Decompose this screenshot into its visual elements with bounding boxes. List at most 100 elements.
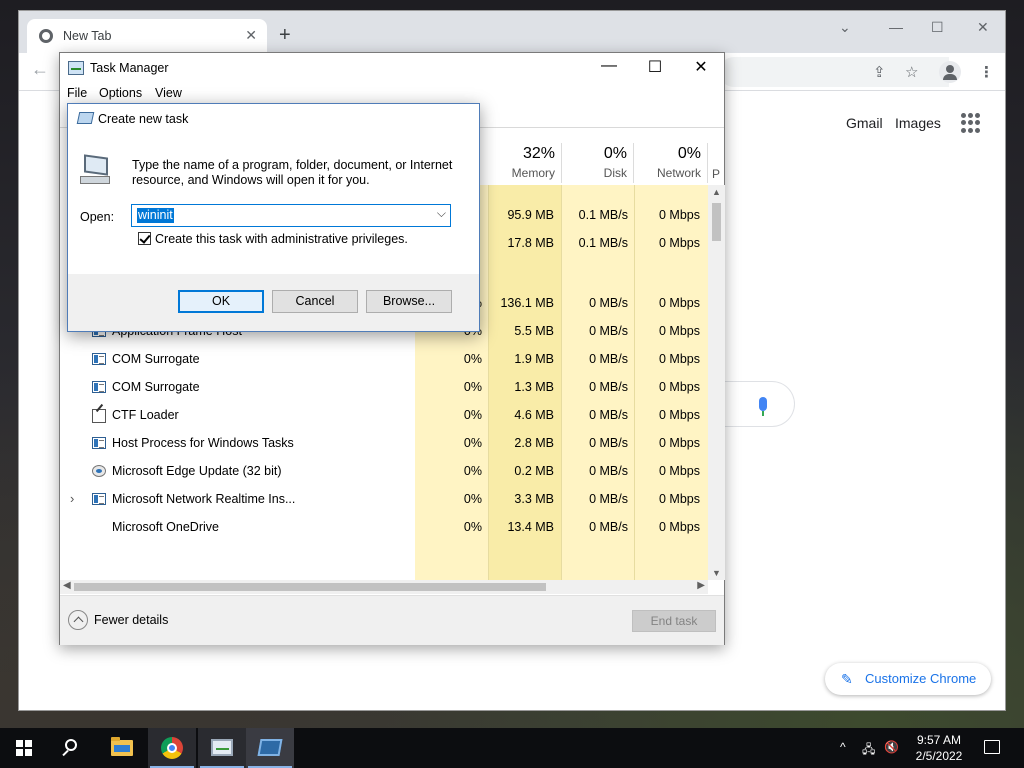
chrome-restore-button[interactable]: ☐: [931, 19, 944, 36]
process-net: 0 Mbps: [659, 324, 700, 338]
chevron-up-circle-icon[interactable]: [68, 610, 88, 630]
process-disk: 0.1 MB/s: [578, 208, 628, 222]
customize-chrome-button[interactable]: ✎ Customize Chrome: [825, 663, 991, 695]
process-name: Host Process for Windows Tasks: [112, 436, 294, 450]
chrome-menu-icon[interactable]: ⋮: [979, 63, 994, 81]
vertical-scroll-thumb[interactable]: [712, 203, 721, 241]
process-cpu: 0%: [463, 464, 482, 478]
process-name: Microsoft Network Realtime Ins...: [112, 492, 296, 506]
search-button[interactable]: [48, 728, 96, 768]
clock[interactable]: 9:57 AM 2/5/2022: [904, 732, 974, 764]
voice-search-icon[interactable]: [759, 397, 767, 416]
gmail-link[interactable]: Gmail: [846, 115, 883, 131]
process-disk: 0 MB/s: [589, 352, 628, 366]
browse-button[interactable]: Browse...: [366, 290, 452, 313]
chrome-minimize-button[interactable]: —: [889, 19, 903, 35]
process-name: Microsoft Edge Update (32 bit): [112, 464, 282, 478]
process-name: CTF Loader: [112, 408, 179, 422]
bookmark-star-icon[interactable]: ☆: [905, 63, 918, 81]
tab-title: New Tab: [63, 29, 112, 43]
process-cpu: 0%: [463, 408, 482, 422]
chrome-taskbar-button[interactable]: [148, 728, 196, 768]
task-manager-taskbar-button[interactable]: [198, 728, 246, 768]
process-mem: 1.3 MB: [514, 380, 554, 394]
run-dialog-taskbar-button[interactable]: [246, 728, 294, 768]
column-memory[interactable]: 32% Memory: [488, 143, 562, 183]
chevron-down-icon[interactable]: ⌵: [437, 206, 446, 221]
scroll-left-icon[interactable]: ◀: [63, 580, 71, 591]
task-manager-icon: [68, 61, 84, 75]
column-power-truncated[interactable]: P: [712, 167, 720, 181]
admin-privileges-label[interactable]: Create this task with administrative pri…: [155, 232, 408, 246]
horizontal-scrollbar[interactable]: ◀ ▶: [60, 580, 708, 594]
tab-close-icon[interactable]: ✕: [245, 27, 257, 44]
scroll-down-icon[interactable]: ▼: [712, 568, 721, 578]
dialog-titlebar[interactable]: Create new task: [68, 104, 479, 134]
tm-minimize-button[interactable]: —: [586, 57, 632, 75]
google-apps-icon[interactable]: [961, 113, 981, 133]
process-row[interactable]: COM Surrogate 0% 1.3 MB 0 MB/s 0 Mbps: [60, 373, 708, 401]
action-center-icon[interactable]: [984, 740, 1000, 754]
volume-muted-icon[interactable]: 🔇: [884, 740, 899, 754]
expand-chevron-icon[interactable]: ›: [70, 491, 74, 506]
end-task-button[interactable]: End task: [632, 610, 716, 632]
process-disk: 0.1 MB/s: [578, 236, 628, 250]
process-disk: 0 MB/s: [589, 380, 628, 394]
open-combobox[interactable]: wininit ⌵: [131, 204, 451, 227]
process-net: 0 Mbps: [659, 492, 700, 506]
process-mem: 0.2 MB: [514, 464, 554, 478]
task-manager-footer: Fewer details End task: [60, 595, 724, 645]
process-mem: 13.4 MB: [507, 520, 554, 534]
new-tab-button[interactable]: +: [279, 25, 291, 45]
column-disk[interactable]: 0% Disk: [562, 143, 634, 183]
windows-logo-icon: [16, 740, 32, 756]
chrome-close-button[interactable]: ✕: [977, 19, 989, 36]
ok-button[interactable]: OK: [178, 290, 264, 313]
images-link[interactable]: Images: [895, 115, 941, 131]
process-net: 0 Mbps: [659, 236, 700, 250]
process-cpu: 0%: [463, 520, 482, 534]
menu-view[interactable]: View: [155, 86, 182, 100]
customize-chrome-label: Customize Chrome: [865, 671, 977, 686]
fewer-details-link[interactable]: Fewer details: [94, 613, 168, 627]
admin-privileges-checkbox[interactable]: [138, 232, 151, 245]
process-net: 0 Mbps: [659, 208, 700, 222]
share-icon[interactable]: ⇪: [873, 63, 886, 81]
cancel-button[interactable]: Cancel: [272, 290, 358, 313]
process-row[interactable]: › Microsoft Network Realtime Ins... 0% 3.3 …: [60, 485, 708, 513]
menu-options[interactable]: Options: [99, 86, 142, 100]
file-explorer-button[interactable]: [98, 728, 146, 768]
run-icon: [257, 739, 283, 756]
process-mem: 4.6 MB: [514, 408, 554, 422]
column-network[interactable]: 0% Network: [634, 143, 708, 183]
horizontal-scroll-thumb[interactable]: [74, 583, 546, 591]
start-button[interactable]: [0, 728, 48, 768]
process-row[interactable]: COM Surrogate 0% 1.9 MB 0 MB/s 0 Mbps: [60, 345, 708, 373]
vertical-scrollbar[interactable]: ▲ ▼: [708, 185, 725, 580]
process-disk: 0 MB/s: [589, 520, 628, 534]
process-mem: 95.9 MB: [507, 208, 554, 222]
show-hidden-icons-chevron-icon[interactable]: ^: [840, 740, 846, 754]
process-row[interactable]: Microsoft OneDrive 0% 13.4 MB 0 MB/s 0 Mbps: [60, 513, 708, 541]
process-mem: 2.8 MB: [514, 436, 554, 450]
google-search-box[interactable]: [719, 381, 795, 427]
scroll-right-icon[interactable]: ▶: [697, 580, 705, 591]
tm-close-button[interactable]: ✕: [678, 57, 724, 77]
process-disk: 0 MB/s: [589, 436, 628, 450]
process-row[interactable]: CTF Loader 0% 4.6 MB 0 MB/s 0 Mbps: [60, 401, 708, 429]
tab-search-icon[interactable]: ⌄: [839, 19, 851, 36]
scroll-up-icon[interactable]: ▲: [712, 187, 721, 197]
back-arrow-icon[interactable]: ←: [31, 59, 49, 80]
task-manager-icon: [211, 739, 233, 756]
task-manager-titlebar[interactable]: Task Manager — ☐ ✕: [60, 53, 724, 83]
menu-file[interactable]: File: [67, 86, 87, 100]
network-icon[interactable]: 🖧: [862, 740, 875, 761]
tm-maximize-button[interactable]: ☐: [632, 57, 678, 77]
process-icon: [92, 465, 106, 477]
process-row[interactable]: Microsoft Edge Update (32 bit) 0% 0.2 MB 0 …: [60, 457, 708, 485]
process-row[interactable]: Host Process for Windows Tasks 0% 2.8 MB 0 …: [60, 429, 708, 457]
open-input-value[interactable]: wininit: [137, 208, 174, 223]
profile-avatar-icon[interactable]: [939, 61, 961, 83]
chrome-tab-new-tab[interactable]: New Tab ✕: [27, 19, 267, 53]
process-icon: [92, 409, 106, 423]
